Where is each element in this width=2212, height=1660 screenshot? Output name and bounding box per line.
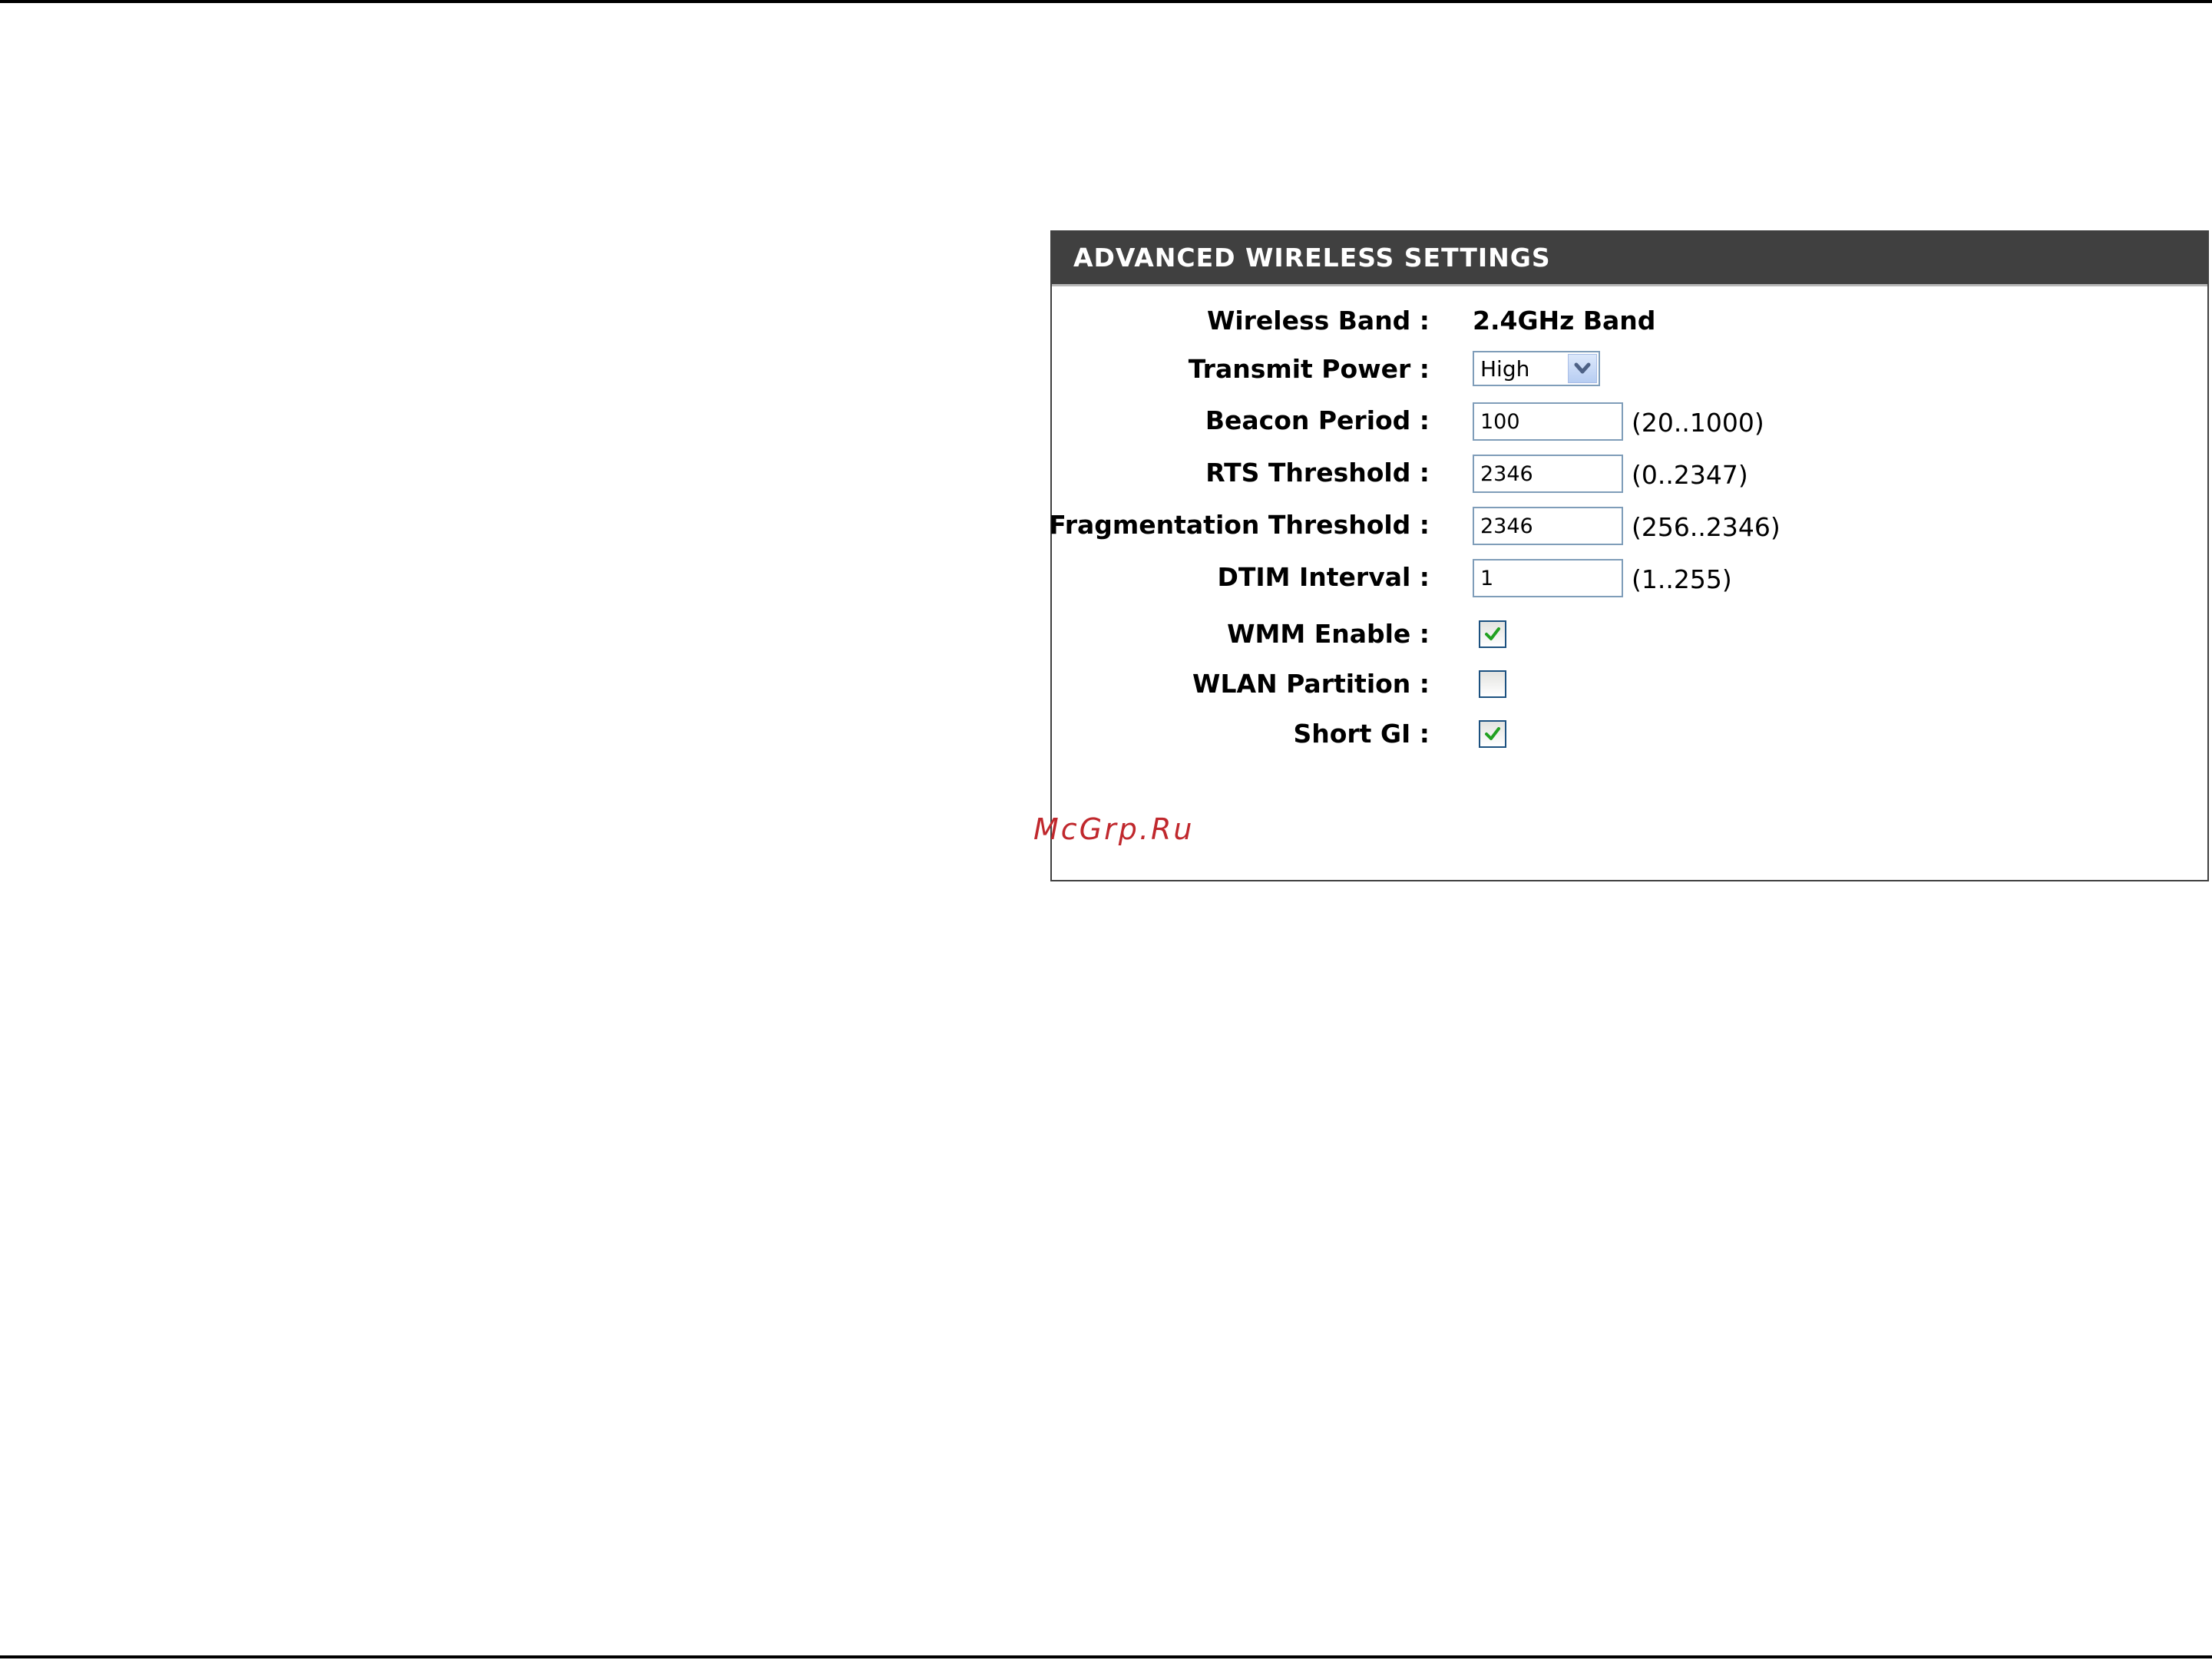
fragmentation-threshold-label: Fragmentation Threshold : (1049, 510, 1430, 540)
watermark: McGrp.Ru (1033, 812, 1195, 846)
beacon-period-range: (20..1000) (1632, 408, 1764, 438)
checkmark-icon (1485, 727, 1500, 740)
short-gi-row: Short GI : (1052, 713, 2207, 756)
wireless-band-value: 2.4GHz Band (1473, 306, 1656, 336)
wlan-partition-checkbox[interactable] (1479, 670, 1506, 698)
fragmentation-threshold-row: Fragmentation Threshold : (256..2346) (1049, 504, 2207, 547)
wmm-enable-checkbox[interactable] (1479, 620, 1506, 648)
transmit-power-label: Transmit Power : (1188, 354, 1430, 384)
transmit-power-row: Transmit Power : High (1052, 348, 2207, 391)
short-gi-label: Short GI : (1293, 719, 1430, 749)
wireless-band-row: Wireless Band : 2.4GHz Band (1052, 299, 2207, 342)
short-gi-checkbox[interactable] (1479, 720, 1506, 748)
transmit-power-select[interactable]: High (1473, 351, 1600, 386)
rts-threshold-label: RTS Threshold : (1205, 458, 1430, 488)
fragmentation-threshold-input[interactable] (1473, 507, 1623, 545)
fragmentation-threshold-range: (256..2346) (1632, 512, 1781, 542)
dtim-interval-row: DTIM Interval : (1..255) (1052, 556, 2207, 599)
wmm-enable-label: WMM Enable : (1227, 619, 1430, 649)
dtim-interval-range: (1..255) (1632, 564, 1732, 594)
beacon-period-row: Beacon Period : (20..1000) (1052, 399, 2207, 442)
wlan-partition-row: WLAN Partition : (1052, 663, 2207, 706)
checkmark-icon (1485, 627, 1500, 640)
top-rule (0, 0, 2212, 3)
wmm-enable-row: WMM Enable : (1052, 613, 2207, 656)
beacon-period-input[interactable] (1473, 402, 1623, 441)
bottom-rule (0, 1655, 2212, 1658)
dtim-interval-label: DTIM Interval : (1217, 562, 1430, 592)
dtim-interval-input[interactable] (1473, 559, 1623, 597)
advanced-wireless-settings-panel: ADVANCED WIRELESS SETTINGS Wireless Band… (1049, 230, 2209, 881)
transmit-power-selected: High (1480, 356, 1530, 382)
chevron-down-icon[interactable] (1568, 354, 1597, 383)
wlan-partition-label: WLAN Partition : (1192, 669, 1430, 699)
rts-threshold-row: RTS Threshold : (0..2347) (1052, 451, 2207, 494)
rts-threshold-range: (0..2347) (1632, 460, 1748, 490)
wireless-band-label: Wireless Band : (1206, 306, 1430, 336)
beacon-period-label: Beacon Period : (1205, 405, 1430, 435)
panel-title: ADVANCED WIRELESS SETTINGS (1052, 232, 2207, 286)
rts-threshold-input[interactable] (1473, 455, 1623, 493)
